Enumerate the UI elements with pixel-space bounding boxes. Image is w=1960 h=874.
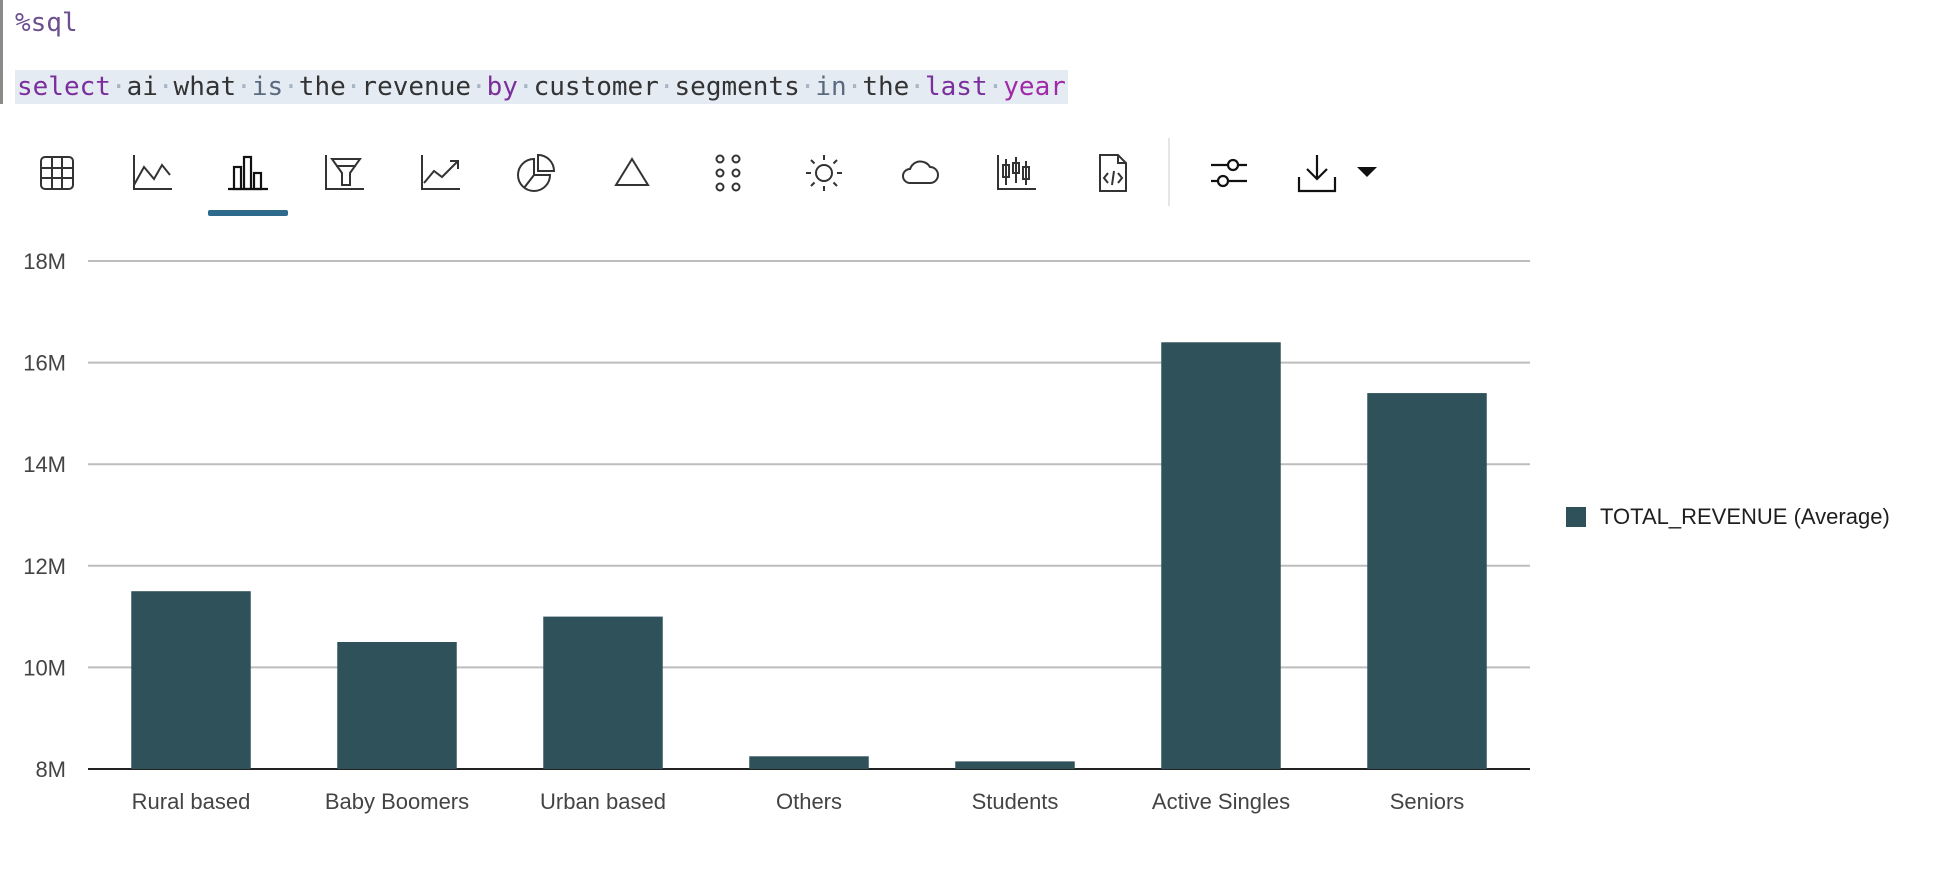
visualization-toolbar xyxy=(0,130,1420,220)
x-tick-label: Rural based xyxy=(132,789,251,814)
whitespace-dot: · xyxy=(110,72,127,102)
y-tick-label: 16M xyxy=(23,351,66,376)
sun-icon[interactable] xyxy=(789,138,859,208)
bar xyxy=(543,616,663,769)
x-tick-label: Active Singles xyxy=(1152,789,1290,814)
whitespace-dot: · xyxy=(517,72,534,102)
pie-chart-icon[interactable] xyxy=(501,138,571,208)
funnel-chart-icon[interactable] xyxy=(309,138,379,208)
bar-chart-icon[interactable] xyxy=(213,138,283,208)
y-tick-label: 12M xyxy=(23,554,66,579)
x-tick-label: Urban based xyxy=(540,789,666,814)
whitespace-dot: · xyxy=(471,72,487,102)
sql-editor-cell[interactable]: %sql select·ai·what·is·the·revenue·by·cu… xyxy=(0,0,1070,104)
y-tick-label: 18M xyxy=(23,249,66,274)
whitespace-dot: · xyxy=(799,72,816,102)
toolbar-divider xyxy=(1168,138,1170,206)
scatter-dots-icon[interactable] xyxy=(693,138,763,208)
y-tick-label: 8M xyxy=(35,757,66,782)
legend-label: TOTAL_REVENUE (Average) xyxy=(1600,504,1890,529)
code-token: by xyxy=(486,72,518,102)
whitespace-dot: · xyxy=(846,72,863,102)
whitespace-dot: · xyxy=(236,72,252,102)
code-token: customer xyxy=(533,72,659,102)
x-tick-label: Students xyxy=(972,789,1059,814)
cloud-icon[interactable] xyxy=(885,138,955,208)
code-token: the xyxy=(298,72,346,102)
code-token: select xyxy=(17,72,111,102)
x-tick-label: Seniors xyxy=(1390,789,1465,814)
bar xyxy=(1367,393,1487,769)
code-token: is xyxy=(251,72,284,102)
line-chart-icon[interactable] xyxy=(117,138,187,208)
bar xyxy=(1161,342,1281,769)
x-tick-label: Baby Boomers xyxy=(325,789,469,814)
code-line-query: select·ai·what·is·the·revenue·by·custome… xyxy=(15,70,1068,104)
x-tick-label: Others xyxy=(776,789,842,814)
whitespace-dot: · xyxy=(157,72,174,102)
settings-sliders-icon[interactable] xyxy=(1194,138,1264,208)
whitespace-dot: · xyxy=(658,72,675,102)
code-line-magic: %sql xyxy=(15,8,78,38)
y-tick-label: 14M xyxy=(23,452,66,477)
whitespace-dot: · xyxy=(345,72,362,102)
bar xyxy=(337,642,457,769)
whitespace-dot: · xyxy=(987,72,1004,102)
bar xyxy=(131,591,251,769)
code-token: what xyxy=(173,72,237,102)
dropdown-caret-icon[interactable] xyxy=(1332,138,1402,208)
active-tab-indicator xyxy=(208,210,288,216)
whitespace-dot: · xyxy=(909,72,925,102)
code-token: revenue xyxy=(361,72,471,102)
whitespace-dot: · xyxy=(283,72,299,102)
code-token: ai xyxy=(126,72,158,102)
code-token: in xyxy=(815,72,847,102)
code-token: segments xyxy=(674,72,800,102)
bar xyxy=(955,761,1075,769)
y-tick-label: 10M xyxy=(23,655,66,680)
table-icon[interactable] xyxy=(22,138,92,208)
triangle-icon[interactable] xyxy=(597,138,667,208)
code-token: last xyxy=(925,72,988,102)
code-file-icon[interactable] xyxy=(1077,138,1147,208)
code-token: year xyxy=(1003,72,1066,102)
code-token: the xyxy=(862,72,910,102)
chart-legend: TOTAL_REVENUE (Average) xyxy=(1566,504,1890,530)
bar xyxy=(749,756,869,769)
trend-line-icon[interactable] xyxy=(405,138,475,208)
candlestick-icon[interactable] xyxy=(981,138,1051,208)
legend-swatch xyxy=(1566,507,1586,527)
